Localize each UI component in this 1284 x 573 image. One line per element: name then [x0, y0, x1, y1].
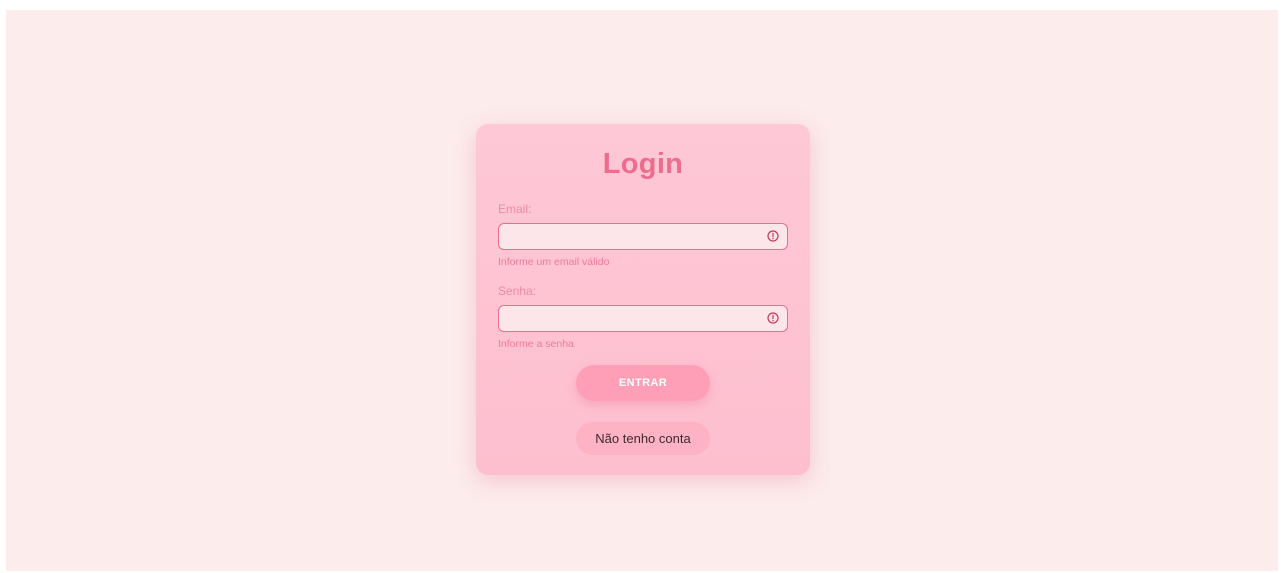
- password-error-text: Informe a senha: [498, 338, 574, 350]
- email-field-wrapper: [498, 223, 788, 250]
- submit-button[interactable]: ENTRAR: [576, 365, 710, 401]
- alert-circle-icon: [767, 312, 779, 324]
- page-background: Login Email: Informe um email válido Sen…: [6, 10, 1278, 571]
- email-error-text: Informe um email válido: [498, 256, 610, 268]
- email-field[interactable]: [499, 224, 757, 248]
- password-field-wrapper: [498, 305, 788, 332]
- alert-circle-icon: [767, 230, 779, 242]
- no-account-button[interactable]: Não tenho conta: [576, 422, 710, 455]
- password-field[interactable]: [499, 306, 757, 330]
- password-label: Senha:: [498, 284, 537, 298]
- login-card: Login Email: Informe um email válido Sen…: [476, 124, 810, 475]
- login-title: Login: [602, 148, 684, 180]
- email-label: Email:: [498, 202, 532, 216]
